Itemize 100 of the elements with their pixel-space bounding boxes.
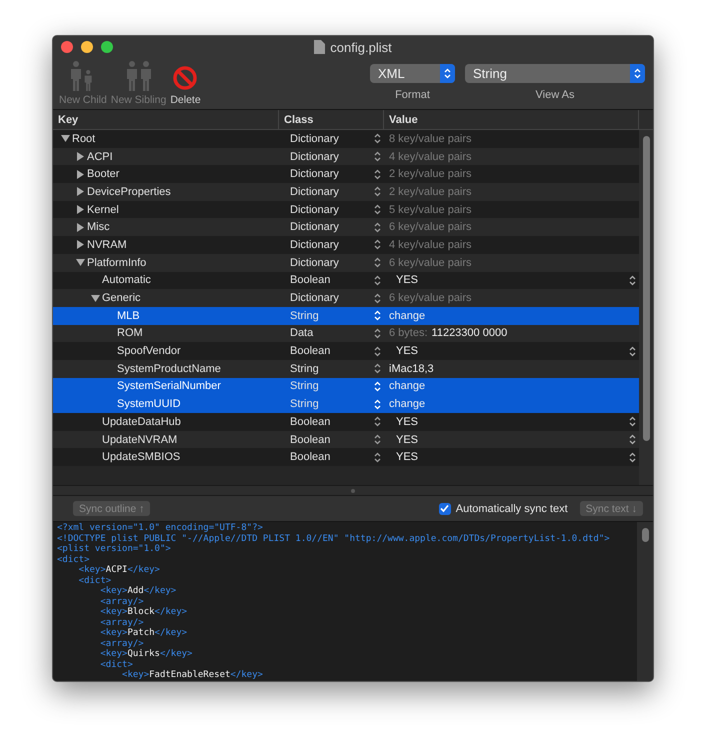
triangle-right-icon[interactable] (76, 222, 85, 232)
class-text: Dictionary (290, 238, 339, 251)
value-text: change (389, 398, 426, 410)
chevron-updown-icon (629, 416, 636, 428)
outline-row[interactable]: DeviceProperties Dictionary 2 key/value pairs (53, 183, 639, 201)
triangle-down-icon[interactable] (61, 134, 70, 144)
chevron-updown-icon (629, 346, 636, 357)
chevron-updown-icon (374, 434, 381, 446)
close-button[interactable] (61, 41, 73, 53)
outline-row[interactable]: PlatformInfo Dictionary 6 key/value pairs (53, 254, 639, 272)
class-text: Dictionary (290, 292, 339, 304)
outline-row[interactable]: SpoofVendor Boolean YES (53, 342, 639, 360)
outline-row[interactable]: Misc Dictionary 6 key/value pairs (53, 218, 639, 236)
outline-row[interactable]: SystemProductName String iMac18,3 (53, 360, 639, 378)
chevron-updown-icon (374, 398, 381, 410)
scrollbar-thumb[interactable] (642, 528, 648, 542)
key-text: Root (72, 132, 96, 145)
column-header[interactable]: Class (279, 110, 384, 129)
toolbar-button[interactable]: Delete (170, 60, 201, 106)
chevron-updown-icon (374, 416, 381, 428)
value-text: 4 key/value pairs (389, 150, 472, 163)
key-text: NVRAM (87, 238, 127, 251)
outline-row[interactable]: UpdateDataHub Boolean YES (53, 413, 639, 431)
outline-row[interactable]: Booter Dictionary 2 key/value pairs (53, 165, 639, 184)
checkbox[interactable] (438, 502, 451, 514)
outline-row[interactable]: Kernel Dictionary 5 key/value pairs (53, 200, 639, 218)
key-text: Kernel (87, 204, 119, 216)
triangle-right-icon[interactable] (76, 187, 85, 196)
class-text: Dictionary (290, 168, 339, 180)
chevron-updown-icon (374, 363, 381, 374)
popup-label: Format (395, 89, 430, 101)
key-text: SystemSerialNumber (117, 380, 221, 392)
checkbox-label: Automatically sync text (456, 502, 568, 514)
scrollbar-thumb[interactable] (642, 136, 650, 441)
outline-row[interactable]: Generic Dictionary 6 key/value pairs (53, 289, 639, 307)
class-text: String (290, 398, 319, 410)
outline-row[interactable]: ROM Data 6 bytes: 11223300 0000 (53, 324, 639, 342)
key-text: UpdateSMBIOS (102, 451, 180, 464)
class-text: String (290, 310, 319, 322)
class-text: Boolean (290, 434, 330, 446)
outline-row[interactable]: ACPI Dictionary 4 key/value pairs (53, 148, 639, 166)
outline-row[interactable]: Root Dictionary 8 key/value pairs (53, 130, 639, 148)
chevron-updown-icon (374, 310, 381, 322)
chevron-updown-icon (374, 328, 381, 339)
outline-row[interactable]: MLB String change (53, 306, 639, 325)
outline-row[interactable]: SystemUUID String change (53, 395, 639, 413)
value-text: iMac18,3 (389, 362, 434, 375)
value-text: YES (396, 345, 418, 358)
value-text: change (389, 380, 426, 392)
class-text: Dictionary (290, 204, 339, 216)
value-text: 6 key/value pairs (389, 256, 472, 269)
chevron-updown-icon (374, 292, 381, 304)
view-as-popup[interactable]: String (465, 64, 645, 83)
key-text: SystemProductName (117, 362, 221, 375)
triangle-right-icon[interactable] (76, 205, 85, 214)
column-header[interactable]: Key (53, 110, 279, 129)
class-text: Dictionary (290, 150, 339, 163)
triangle-right-icon[interactable] (76, 170, 85, 179)
triangle-right-icon[interactable] (76, 240, 85, 250)
outline-row[interactable]: UpdateSMBIOS Boolean YES (53, 448, 639, 466)
chevron-updown-icon (374, 452, 381, 463)
chevron-updown-icon (374, 186, 381, 198)
chevron-updown-icon (374, 346, 381, 357)
zoom-button[interactable] (101, 41, 113, 53)
chevron-updown-icon (374, 204, 381, 216)
column-header[interactable]: Value (384, 110, 639, 129)
key-text: Misc (87, 221, 110, 234)
class-text: String (290, 380, 319, 392)
chevron-updown-icon (374, 151, 381, 162)
value-text: 6 key/value pairs (389, 292, 472, 304)
triangle-down-icon[interactable] (76, 258, 85, 268)
value-text: 2 key/value pairs (389, 186, 472, 198)
triangle-down-icon[interactable] (91, 294, 100, 303)
value-text: YES (396, 274, 418, 286)
chevron-updown-icon (374, 133, 381, 144)
value-text: 6 key/value pairs (389, 221, 472, 234)
outline-row[interactable]: NVRAM Dictionary 4 key/value pairs (53, 236, 639, 254)
triangle-right-icon[interactable] (76, 152, 85, 162)
outline-row[interactable]: SystemSerialNumber String change (53, 378, 639, 396)
value-text: YES (396, 416, 418, 428)
key-text: Automatic (102, 274, 151, 286)
class-text: Boolean (290, 345, 330, 358)
prohibited-sign-icon (172, 65, 198, 91)
chevron-updown-icon (634, 68, 641, 79)
key-text: SystemUUID (117, 398, 181, 410)
splitter-handle[interactable] (351, 488, 355, 492)
key-text: Booter (87, 168, 120, 180)
key-text: PlatformInfo (87, 256, 146, 269)
value-text: 5 key/value pairs (389, 204, 472, 216)
outline-row[interactable]: Automatic Boolean YES (53, 272, 639, 290)
class-text: Data (290, 327, 314, 340)
key-text: Generic (102, 292, 141, 304)
value-text: change (389, 310, 426, 322)
value-text: YES (396, 451, 418, 464)
format-popup[interactable]: XML (370, 64, 455, 83)
value-text: YES (396, 434, 418, 446)
outline-row[interactable]: UpdateNVRAM Boolean YES (53, 430, 639, 448)
key-text: UpdateDataHub (102, 416, 181, 428)
minimize-button[interactable] (81, 41, 93, 53)
chevron-updown-icon (444, 68, 451, 79)
